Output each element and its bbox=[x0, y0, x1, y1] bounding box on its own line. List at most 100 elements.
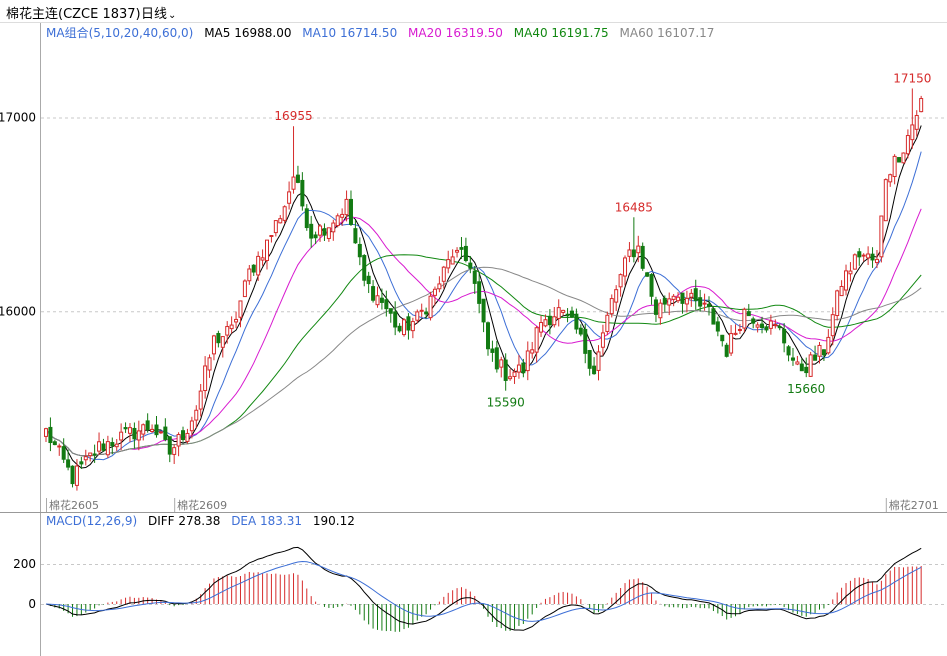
candle-body bbox=[154, 424, 159, 436]
candle-body bbox=[105, 441, 110, 456]
candle-body bbox=[561, 309, 566, 313]
candle-body bbox=[110, 442, 115, 447]
candle-body bbox=[578, 327, 583, 335]
candle-body bbox=[273, 220, 278, 234]
candle-body bbox=[229, 324, 234, 330]
candle-body bbox=[424, 311, 429, 315]
candle-body bbox=[251, 264, 256, 273]
candle-body bbox=[463, 245, 468, 262]
candle-body bbox=[698, 297, 703, 307]
candle-body bbox=[671, 295, 676, 300]
candle-body bbox=[203, 365, 208, 392]
candle-body bbox=[623, 257, 628, 277]
candle-body bbox=[238, 300, 243, 318]
candle-body bbox=[786, 346, 791, 356]
candle-body bbox=[689, 292, 694, 298]
candle-body bbox=[335, 215, 340, 227]
candle-body bbox=[684, 297, 689, 305]
candle-body bbox=[211, 335, 216, 355]
candle-body bbox=[265, 239, 269, 261]
candle-body bbox=[508, 376, 513, 380]
candle-body bbox=[888, 174, 893, 183]
candle-body bbox=[552, 316, 557, 326]
candle-body bbox=[150, 428, 155, 433]
candle-body bbox=[181, 430, 186, 441]
candle-body bbox=[278, 218, 283, 224]
candle-body bbox=[256, 255, 261, 276]
ma60-line bbox=[45, 266, 922, 457]
candle-body bbox=[432, 288, 437, 296]
candle-body bbox=[592, 365, 597, 375]
candle-body bbox=[618, 274, 623, 288]
candle-body bbox=[804, 366, 809, 374]
candle-body bbox=[600, 332, 605, 348]
candle-body bbox=[512, 371, 517, 377]
candle-body bbox=[755, 324, 760, 328]
candle-body bbox=[410, 321, 415, 332]
candle-body bbox=[808, 354, 813, 377]
candlestick-chart[interactable]: 16000 17000 16955 15590 16485 15660 17150 棉花260… bbox=[0, 0, 947, 656]
candle-body bbox=[313, 234, 318, 239]
candle-body bbox=[852, 254, 857, 270]
candle-body bbox=[371, 286, 376, 301]
candle-body bbox=[503, 359, 508, 381]
candle-body bbox=[627, 249, 632, 257]
candle-body bbox=[534, 327, 539, 353]
candle-body bbox=[437, 283, 442, 290]
annotation-16485: 16485 bbox=[615, 200, 653, 214]
candle-body bbox=[269, 235, 274, 238]
candle-body bbox=[653, 299, 658, 315]
candle-body bbox=[189, 420, 194, 432]
candle-body bbox=[419, 309, 424, 312]
candle-body bbox=[773, 324, 778, 327]
candle-body bbox=[136, 430, 141, 441]
candle-body bbox=[132, 427, 137, 440]
candle-body bbox=[114, 443, 119, 448]
candle-body bbox=[198, 390, 203, 410]
candle-body bbox=[782, 328, 787, 344]
candle-body bbox=[163, 426, 168, 440]
candle-body bbox=[569, 310, 574, 318]
candle-body bbox=[291, 176, 296, 190]
candle-body bbox=[472, 270, 477, 284]
candle-body bbox=[897, 157, 902, 163]
candle-body bbox=[764, 326, 769, 331]
candle-body bbox=[777, 326, 782, 329]
candle-body bbox=[282, 206, 287, 221]
candle-body bbox=[220, 336, 225, 348]
candle-body bbox=[530, 349, 535, 354]
candle-body bbox=[287, 191, 292, 204]
candle-body bbox=[667, 298, 672, 306]
contract-label-1: 棉花2609 bbox=[177, 498, 227, 512]
candle-body bbox=[711, 308, 716, 325]
candle-body bbox=[919, 98, 924, 113]
candle-body bbox=[746, 311, 751, 317]
candle-body bbox=[729, 333, 734, 354]
candle-body bbox=[388, 308, 393, 314]
candle-body bbox=[459, 247, 464, 250]
candle-body bbox=[539, 322, 544, 333]
candle-body bbox=[835, 290, 840, 317]
candle-body bbox=[326, 227, 331, 239]
candle-body bbox=[636, 245, 641, 254]
candle-body bbox=[795, 361, 800, 365]
candle-body bbox=[715, 321, 720, 332]
candle-body bbox=[737, 329, 742, 332]
candle-body bbox=[799, 363, 804, 372]
candle-body bbox=[216, 333, 221, 344]
candle-body bbox=[207, 357, 212, 371]
candle-body bbox=[742, 308, 747, 329]
candle-body bbox=[640, 245, 645, 269]
candle-body bbox=[910, 124, 915, 141]
candle-body bbox=[300, 179, 305, 207]
candle-body bbox=[406, 316, 411, 331]
candle-body bbox=[720, 334, 725, 342]
candle-body bbox=[455, 249, 460, 253]
candle-body bbox=[88, 452, 93, 457]
candle-body bbox=[724, 344, 729, 357]
candle-body bbox=[295, 174, 300, 183]
candle-body bbox=[565, 313, 570, 317]
candle-body bbox=[260, 257, 265, 261]
candle-body bbox=[525, 350, 530, 372]
candle-body bbox=[331, 222, 336, 233]
